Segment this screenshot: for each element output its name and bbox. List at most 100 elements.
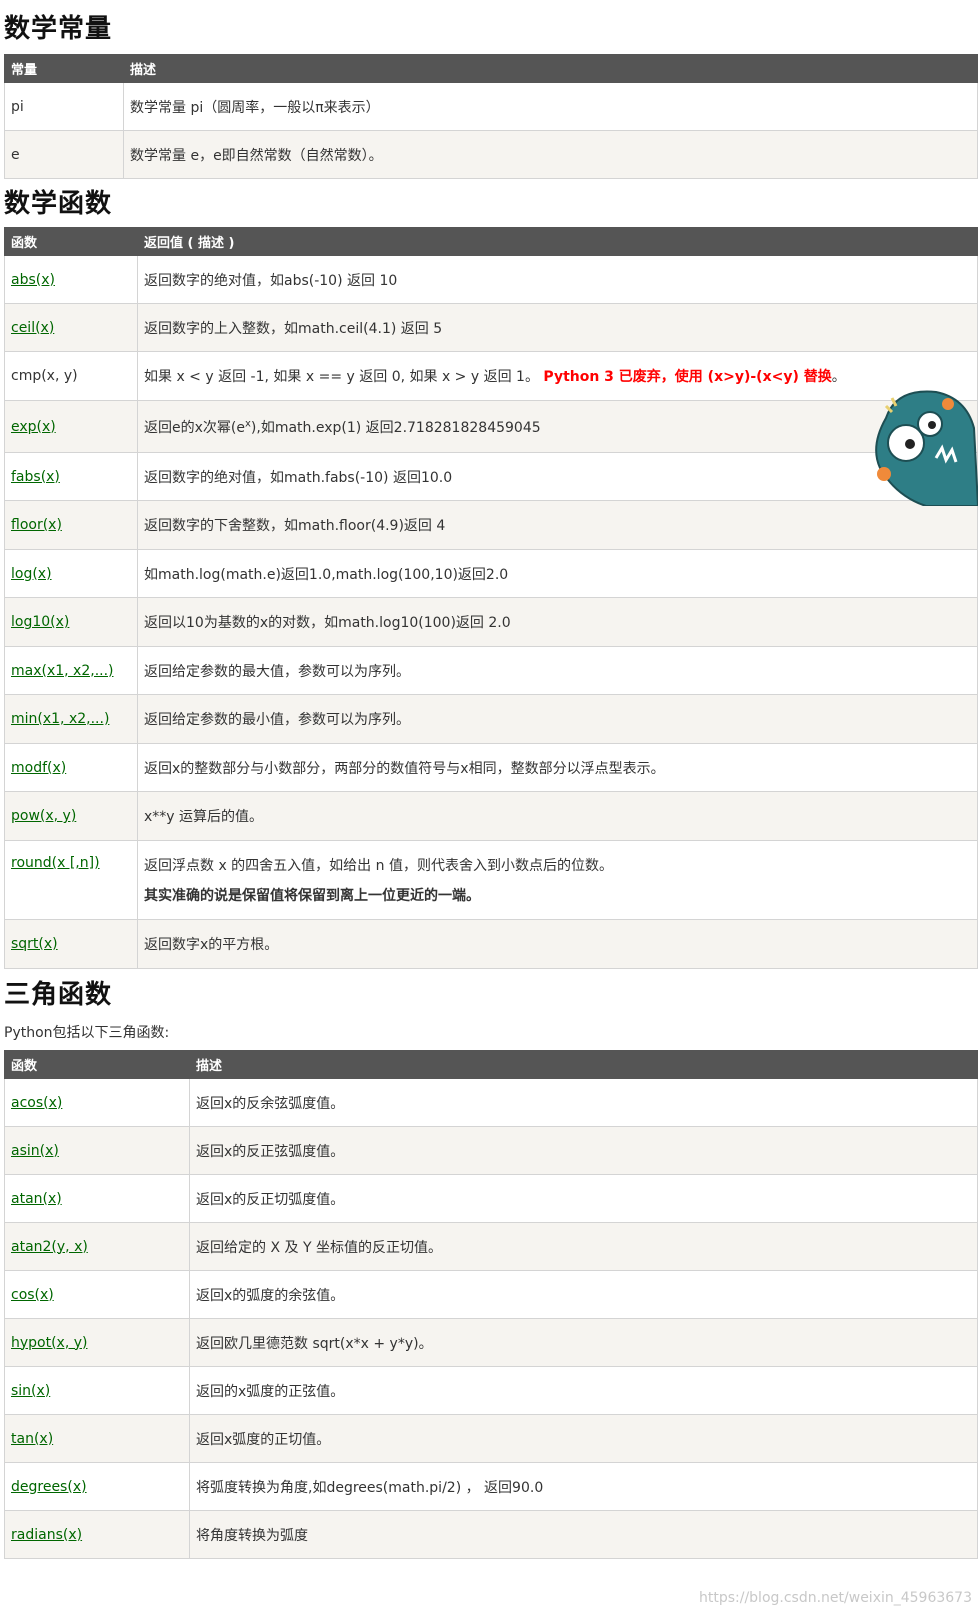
function-desc: 返回数字的绝对值，如abs(-10) 返回 10	[137, 255, 978, 304]
table-row: radians(x) 将角度转换为弧度	[4, 1510, 978, 1559]
function-link-tan[interactable]: tan(x)	[11, 1431, 53, 1447]
table-row: tan(x) 返回x弧度的正切值。	[4, 1414, 978, 1463]
trig-intro: Python包括以下三角函数:	[4, 1025, 170, 1041]
table-row: e 数学常量 e，e即自然常数（自然常数）。	[4, 130, 978, 179]
table-row: ceil(x) 返回数字的上入整数，如math.ceil(4.1) 返回 5	[4, 303, 978, 352]
table-row: max(x1, x2,...) 返回给定参数的最大值，参数可以为序列。	[4, 646, 978, 695]
table-row: sqrt(x) 返回数字x的平方根。	[4, 919, 978, 969]
watermark: https://blog.csdn.net/weixin_45963673	[698, 1590, 972, 1606]
constants-header-row: 常量 描述	[4, 54, 978, 83]
table-row: pow(x, y) x**y 运算后的值。	[4, 791, 978, 841]
table-row: pi 数学常量 pi（圆周率，一般以π来表示）	[4, 82, 978, 131]
table-row: min(x1, x2,...) 返回给定参数的最小值，参数可以为序列。	[4, 694, 978, 744]
function-link-log10[interactable]: log10(x)	[11, 614, 69, 630]
monster-mascot-icon	[875, 390, 978, 506]
trig-functions-table: 函数 描述 acos(x) 返回x的反余弦弧度值。 asin(x) 返回x的反正…	[4, 1050, 978, 1559]
function-desc: 将角度转换为弧度	[189, 1510, 978, 1559]
function-link-sqrt[interactable]: sqrt(x)	[11, 936, 58, 952]
table-row: asin(x) 返回x的反正弦弧度值。	[4, 1126, 978, 1175]
table-row: abs(x) 返回数字的绝对值，如abs(-10) 返回 10	[4, 255, 978, 304]
function-link-floor[interactable]: floor(x)	[11, 517, 62, 533]
column-header: 返回值 ( 描述 )	[137, 227, 978, 256]
constant-desc: 数学常量 pi（圆周率，一般以π来表示）	[123, 82, 978, 131]
function-link-modf[interactable]: modf(x)	[11, 760, 66, 776]
function-link-radians[interactable]: radians(x)	[11, 1527, 82, 1543]
function-link-atan2[interactable]: atan2(y, x)	[11, 1239, 88, 1255]
constant-name: pi	[4, 82, 124, 131]
function-desc: 返回x的弧度的余弦值。	[189, 1270, 978, 1319]
function-desc: 返回以10为基数的x的对数，如math.log10(100)返回 2.0	[137, 597, 978, 647]
function-desc: 返回浮点数 x 的四舍五入值，如给出 n 值，则代表舍入到小数点后的位数。 其实准…	[137, 840, 978, 920]
function-link-exp[interactable]: exp(x)	[11, 419, 56, 435]
table-row: modf(x) 返回x的整数部分与小数部分，两部分的数值符号与x相同，整数部分以…	[4, 743, 978, 792]
function-desc-text: 如果 x < y 返回 -1, 如果 x == y 返回 0, 如果 x > y…	[144, 369, 544, 385]
function-desc: 如果 x < y 返回 -1, 如果 x == y 返回 0, 如果 x > y…	[137, 351, 978, 401]
function-link-degrees[interactable]: degrees(x)	[11, 1479, 87, 1495]
function-link-log[interactable]: log(x)	[11, 566, 52, 582]
table-row: floor(x) 返回数字的下舍整数，如math.floor(4.9)返回 4	[4, 500, 978, 550]
function-desc: 返回x的反余弦弧度值。	[189, 1078, 978, 1127]
function-name-cmp: cmp(x, y)	[4, 351, 138, 401]
column-header: 函数	[4, 227, 138, 256]
function-desc: 如math.log(math.e)返回1.0,math.log(100,10)返…	[137, 549, 978, 598]
function-desc: 返回数字的下舍整数，如math.floor(4.9)返回 4	[137, 500, 978, 550]
table-row: degrees(x) 将弧度转换为角度,如degrees(math.pi/2) …	[4, 1462, 978, 1511]
math-heading: 数学函数	[4, 189, 113, 219]
function-desc: 返回x的反正切弧度值。	[189, 1174, 978, 1223]
function-desc: 返回数字的绝对值，如math.fabs(-10) 返回10.0	[137, 452, 978, 501]
function-link-fabs[interactable]: fabs(x)	[11, 469, 60, 485]
function-desc: 返回数字的上入整数，如math.ceil(4.1) 返回 5	[137, 303, 978, 352]
function-link-atan[interactable]: atan(x)	[11, 1191, 62, 1207]
math-header-row: 函数 返回值 ( 描述 )	[4, 227, 978, 256]
table-row: cmp(x, y) 如果 x < y 返回 -1, 如果 x == y 返回 0…	[4, 351, 978, 401]
function-desc: 返回数字x的平方根。	[137, 919, 978, 969]
constants-table: 常量 描述 pi 数学常量 pi（圆周率，一般以π来表示） e 数学常量 e，e…	[4, 54, 978, 179]
function-desc: 返回的x弧度的正弦值。	[189, 1366, 978, 1415]
function-link-sin[interactable]: sin(x)	[11, 1383, 50, 1399]
table-row: exp(x) 返回e的x次幂(ex),如math.exp(1) 返回2.7182…	[4, 400, 978, 453]
function-link-abs[interactable]: abs(x)	[11, 272, 55, 288]
constant-desc: 数学常量 e，e即自然常数（自然常数）。	[123, 130, 978, 179]
function-link-ceil[interactable]: ceil(x)	[11, 320, 54, 336]
table-row: round(x [,n]) 返回浮点数 x 的四舍五入值，如给出 n 值，则代表…	[4, 840, 978, 920]
function-link-cos[interactable]: cos(x)	[11, 1287, 54, 1303]
function-link-min[interactable]: min(x1, x2,...)	[11, 711, 109, 727]
function-desc: 返回给定的 X 及 Y 坐标值的反正切值。	[189, 1222, 978, 1271]
function-desc-tail: 。	[831, 369, 846, 385]
function-link-asin[interactable]: asin(x)	[11, 1143, 59, 1159]
table-row: cos(x) 返回x的弧度的余弦值。	[4, 1270, 978, 1319]
trig-heading: 三角函数	[4, 980, 113, 1010]
function-link-max[interactable]: max(x1, x2,...)	[11, 663, 114, 679]
table-row: sin(x) 返回的x弧度的正弦值。	[4, 1366, 978, 1415]
function-desc-bold-note: 其实准确的说是保留值将保留到离上一位更近的一端。	[144, 888, 480, 904]
column-header: 描述	[123, 54, 978, 83]
function-desc: 返回欧几里德范数 sqrt(x*x + y*y)。	[189, 1318, 978, 1367]
table-row: log10(x) 返回以10为基数的x的对数，如math.log10(100)返…	[4, 597, 978, 647]
column-header: 描述	[189, 1050, 978, 1079]
table-row: acos(x) 返回x的反余弦弧度值。	[4, 1078, 978, 1127]
function-desc-text: 返回浮点数 x 的四舍五入值，如给出 n 值，则代表舍入到小数点后的位数。	[144, 858, 613, 874]
column-header: 常量	[4, 54, 124, 83]
deprecation-note: Python 3 已废弃，使用 (x>y)-(x<y) 替换	[543, 369, 832, 385]
math-functions-table: 函数 返回值 ( 描述 ) abs(x) 返回数字的绝对值，如abs(-10) …	[4, 227, 978, 969]
function-desc: 返回x弧度的正切值。	[189, 1414, 978, 1463]
function-desc: x**y 运算后的值。	[137, 791, 978, 841]
function-desc: 返回给定参数的最小值，参数可以为序列。	[137, 694, 978, 744]
function-desc: 将弧度转换为角度,如degrees(math.pi/2) ， 返回90.0	[189, 1462, 978, 1511]
table-row: fabs(x) 返回数字的绝对值，如math.fabs(-10) 返回10.0	[4, 452, 978, 501]
constants-heading: 数学常量	[4, 14, 113, 44]
table-row: atan(x) 返回x的反正切弧度值。	[4, 1174, 978, 1223]
function-desc-text: ),如math.exp(1) 返回2.718281828459045	[250, 419, 541, 436]
page: 数学常量 常量 描述 pi 数学常量 pi（圆周率，一般以π来表示） e 数学常…	[0, 0, 978, 1610]
function-link-hypot[interactable]: hypot(x, y)	[11, 1335, 88, 1351]
function-desc: 返回e的x次幂(ex),如math.exp(1) 返回2.71828182845…	[137, 400, 978, 453]
function-desc-text: 返回e的x次幂(e	[144, 419, 245, 436]
function-link-round[interactable]: round(x [,n])	[11, 855, 100, 871]
table-row: log(x) 如math.log(math.e)返回1.0,math.log(1…	[4, 549, 978, 598]
function-link-pow[interactable]: pow(x, y)	[11, 808, 76, 824]
function-desc: 返回给定参数的最大值，参数可以为序列。	[137, 646, 978, 695]
function-link-acos[interactable]: acos(x)	[11, 1095, 62, 1111]
constant-name: e	[4, 130, 124, 179]
function-desc: 返回x的反正弦弧度值。	[189, 1126, 978, 1175]
trig-header-row: 函数 描述	[4, 1050, 978, 1079]
